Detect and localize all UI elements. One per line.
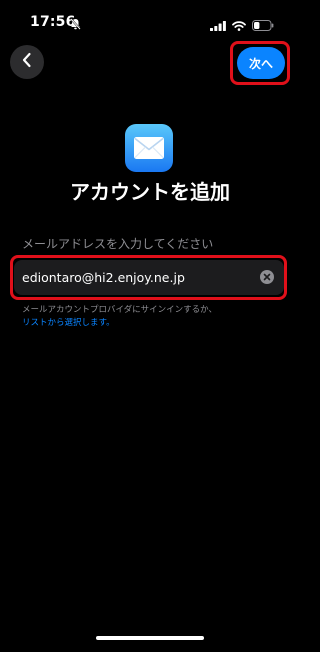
email-field-value: ediontaro@hi2.enjoy.ne.jp bbox=[22, 270, 185, 285]
status-bar: 17:56 bbox=[0, 0, 300, 44]
next-button[interactable]: 次へ bbox=[237, 47, 285, 79]
status-indicators bbox=[210, 16, 274, 35]
bell-slash-icon bbox=[70, 15, 81, 34]
email-field-label: メールアドレスを入力してください bbox=[22, 237, 214, 251]
wifi-icon bbox=[232, 16, 246, 35]
provider-list-link[interactable]: リストから選択します。 bbox=[22, 316, 115, 328]
battery-icon bbox=[252, 16, 274, 35]
status-time: 17:56 bbox=[30, 14, 76, 30]
cellular-signal-icon bbox=[210, 16, 226, 35]
chevron-left-icon bbox=[21, 52, 33, 72]
email-field[interactable]: ediontaro@hi2.enjoy.ne.jp bbox=[14, 260, 284, 295]
clear-x-icon[interactable] bbox=[260, 270, 274, 284]
back-button[interactable] bbox=[10, 45, 44, 79]
next-button-label: 次へ bbox=[248, 56, 273, 71]
home-indicator bbox=[96, 636, 204, 640]
page-title: アカウントを追加 bbox=[70, 180, 230, 204]
mail-icon bbox=[125, 124, 173, 172]
provider-hint-text: メールアカウントプロバイダにサインインするか、 bbox=[22, 305, 217, 315]
